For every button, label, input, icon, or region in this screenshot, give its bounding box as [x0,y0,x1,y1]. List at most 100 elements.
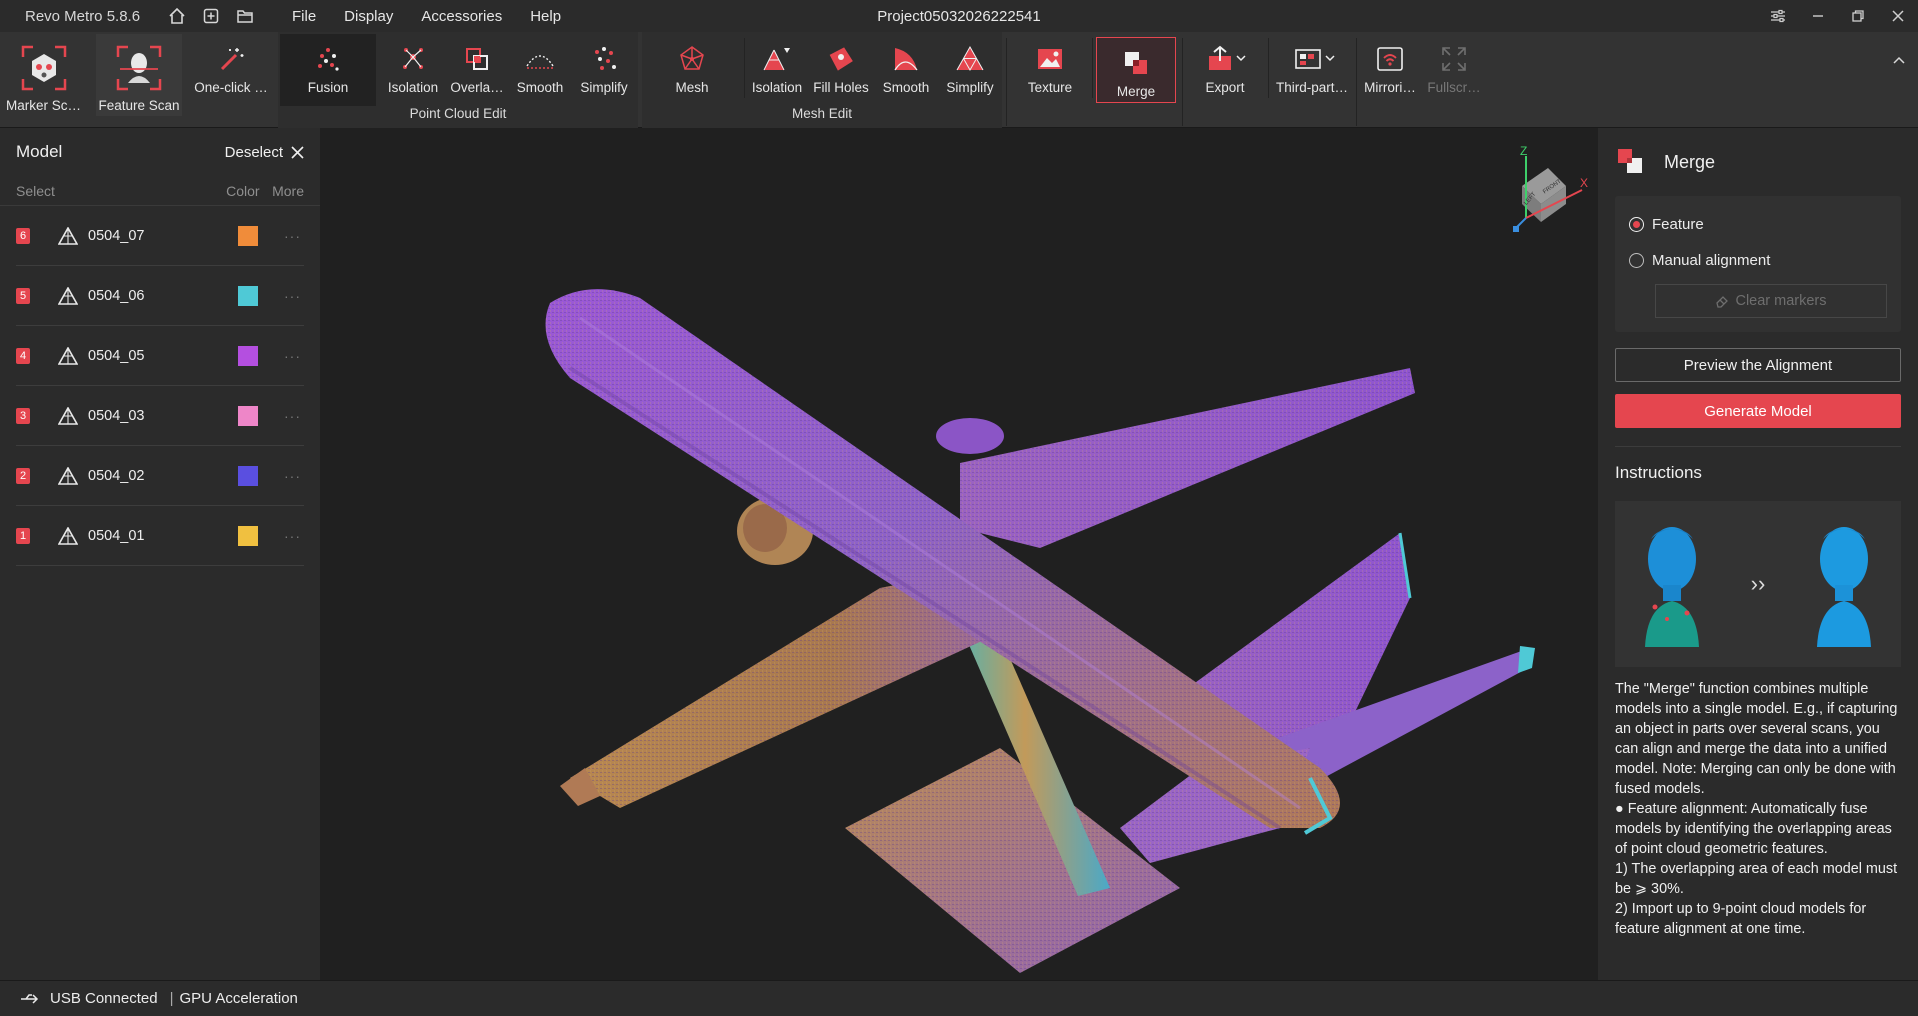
deselect-close-icon [291,145,304,159]
airplane-point-cloud [545,289,1535,973]
deselect-button[interactable]: Deselect [225,144,304,161]
model-color-swatch[interactable] [238,285,258,306]
generate-model-button[interactable]: Generate Model [1615,394,1901,428]
usb-status: USB Connected [50,990,158,1007]
collapse-toolbar-icon[interactable] [1892,52,1906,68]
model-row[interactable]: 2 0504_02 ··· [16,446,304,506]
mirroring-button[interactable]: Mirrori… [1360,34,1420,106]
sep-5 [1356,38,1357,126]
menu-file[interactable]: File [292,8,316,25]
menu-display[interactable]: Display [344,8,393,25]
mesh-label: Mesh [675,80,709,95]
fullscreen-button[interactable]: Fullscr… [1422,34,1486,106]
pc-isolation-button[interactable]: Isolation [380,34,446,106]
model-row[interactable]: 4 0504_05 ··· [16,326,304,386]
model-list-header: Select Color More [0,176,320,206]
deselect-label: Deselect [224,143,283,161]
model-color-swatch[interactable] [238,525,258,546]
model-color-swatch[interactable] [238,405,258,426]
texture-button[interactable]: Texture [1012,34,1088,106]
feature-scan-button[interactable]: Feature Scan [96,34,182,116]
menu-accessories[interactable]: Accessories [421,8,502,25]
more-options-icon[interactable]: ··· [284,468,304,484]
model-name: 0504_06 [88,287,145,304]
radio-feature[interactable]: Feature [1615,206,1901,242]
pc-simplify-icon [587,42,621,76]
model-row[interactable]: 5 0504_06 ··· [16,266,304,326]
mesh-simplify-button[interactable]: Simplify [938,34,1002,106]
third-party-icon [1284,42,1340,76]
model-index-badge: 6 [16,227,30,244]
mesh-smooth-label: Smooth [882,80,930,95]
preview-alignment-button[interactable]: Preview the Alignment [1615,348,1901,382]
fusion-button[interactable]: Fusion [280,34,376,106]
more-options-icon[interactable]: ··· [284,288,304,304]
fill-holes-button[interactable]: Fill Holes [808,34,874,106]
merge-button[interactable]: Merge [1096,37,1176,103]
merge-panel-icon [1616,147,1644,178]
pc-simplify-button[interactable]: Simplify [572,34,636,106]
model-color-swatch[interactable] [238,225,258,246]
orientation-cube[interactable]: Z X FRONT LEFT [1496,144,1589,236]
fullscreen-label: Fullscr… [1427,80,1481,95]
axis-z-label: Z [1520,144,1528,158]
radio-manual-indicator [1629,252,1644,268]
pc-overlap-button[interactable]: Overla… [446,34,508,106]
model-panel-title: Model [16,142,63,161]
mesh-icon [675,42,709,76]
third-party-button[interactable]: Third-part… [1272,34,1352,106]
merge-label: Merge [1116,84,1156,99]
close-icon[interactable] [1878,0,1918,32]
mesh-isolation-icon [760,42,794,76]
model-name: 0504_03 [88,407,145,424]
model-color-swatch[interactable] [238,465,258,486]
model-row[interactable]: 3 0504_03 ··· [16,386,304,446]
3d-viewport[interactable]: Z X FRONT LEFT [320,128,1598,980]
more-options-icon[interactable]: ··· [284,228,304,244]
restore-icon[interactable] [1838,0,1878,32]
model-row[interactable]: 1 0504_01 ··· [16,506,304,566]
usb-icon [21,993,39,1004]
settings-sliders-icon[interactable] [1758,0,1798,32]
toolbar: Marker Scan Feature Scan One-click … Fus… [0,32,1918,128]
pc-isolation-icon [396,42,430,76]
merge-panel-header: Merge [1598,128,1918,196]
feature-scan-icon [113,42,165,94]
marker-scan-label: Marker Scan [6,98,83,113]
model-panel-header: Model Deselect [0,128,320,176]
instructions-step-1: 1) The overlapping area of each model mu… [1615,861,1898,897]
app-title: Revo Metro 5.8.6 [25,7,141,25]
radio-feature-label: Feature [1652,215,1704,233]
axis-x-label: X [1580,176,1589,190]
radio-manual-alignment[interactable]: Manual alignment [1615,242,1901,278]
one-click-button[interactable]: One-click … [188,34,274,116]
marker-scan-button[interactable]: Marker Scan [4,34,84,116]
more-options-icon[interactable]: ··· [284,408,304,424]
magic-wand-icon [214,42,248,76]
pc-isolation-label: Isolation [387,80,439,95]
model-row[interactable]: 6 0504_07 ··· [16,206,304,266]
minimize-icon[interactable] [1798,0,1838,32]
radio-feature-indicator [1629,216,1644,232]
open-folder-icon[interactable] [228,7,262,25]
model-color-swatch[interactable] [238,345,258,366]
menu-help[interactable]: Help [530,8,561,25]
fill-holes-icon [824,42,858,76]
clear-markers-button[interactable]: Clear markers [1655,284,1887,318]
model-index-badge: 1 [16,527,30,544]
pc-smooth-label: Smooth [516,80,564,95]
mesh-separator [744,38,745,98]
more-options-icon[interactable]: ··· [284,348,304,364]
home-icon[interactable] [160,7,194,25]
pc-overlap-label: Overla… [450,80,504,95]
new-project-icon[interactable] [194,7,228,25]
mesh-model-icon [58,346,80,365]
gpu-status: GPU Acceleration [179,990,298,1007]
export-button[interactable]: Export [1186,34,1264,106]
more-options-icon[interactable]: ··· [284,528,304,544]
one-click-label: One-click … [194,80,268,95]
mesh-isolation-button[interactable]: Isolation [748,34,806,106]
pc-smooth-button[interactable]: Smooth [508,34,572,106]
mesh-button[interactable]: Mesh [654,34,730,106]
mesh-smooth-button[interactable]: Smooth [876,34,936,106]
